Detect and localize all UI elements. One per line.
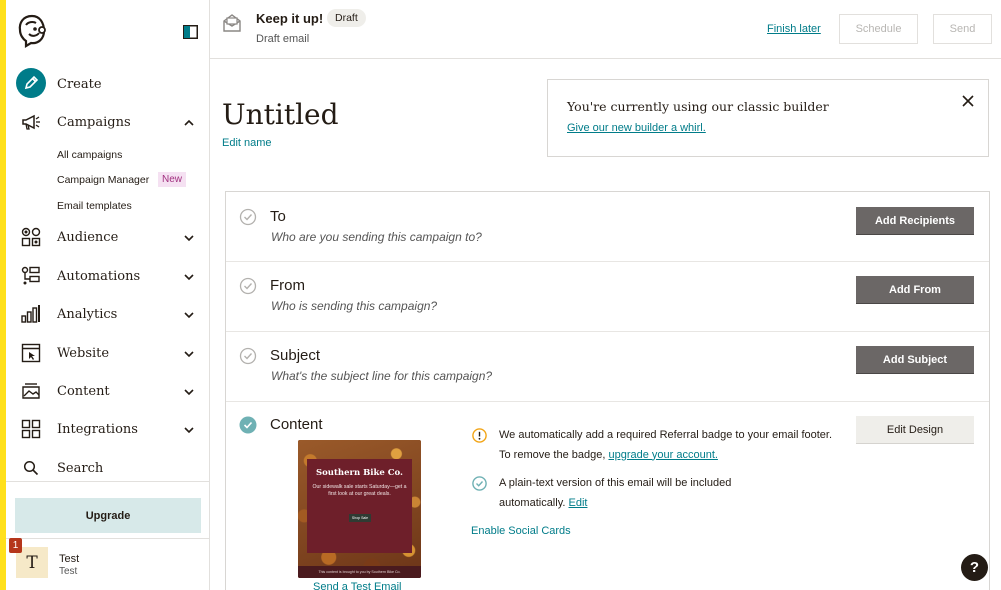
plain-text-notice: A plain-text version of this email will … xyxy=(499,474,799,513)
checklist-title: To xyxy=(270,208,286,225)
checklist-title: Subject xyxy=(270,347,321,364)
check-circle-icon xyxy=(239,347,257,365)
add-from-button[interactable]: Add From xyxy=(856,276,974,304)
campaign-checklist: To Who are you sending this campaign to?… xyxy=(225,191,990,590)
sidebar-subitem-email-templates[interactable]: Email templates xyxy=(57,200,132,212)
checklist-row-subject: Subject What's the subject line for this… xyxy=(226,332,989,402)
page-status-title: Keep it up! xyxy=(256,11,324,26)
sidebar-item-label: Create xyxy=(57,76,102,92)
integrations-icon xyxy=(21,419,41,439)
sidebar-item-label: Search xyxy=(57,460,104,476)
sidebar-item-analytics[interactable]: Analytics xyxy=(6,300,210,328)
upgrade-button[interactable]: Upgrade xyxy=(15,498,201,533)
chevron-down-icon xyxy=(183,423,195,435)
sidebar-item-label: Automations xyxy=(57,268,141,284)
sidebar-item-create[interactable]: Create xyxy=(6,70,210,98)
sidebar-subitem-all-campaigns[interactable]: All campaigns xyxy=(57,149,122,161)
checklist-description: What's the subject line for this campaig… xyxy=(271,369,493,383)
enable-social-cards-link[interactable]: Enable Social Cards xyxy=(471,525,571,537)
check-circle-icon xyxy=(472,476,487,491)
classic-builder-notice: You're currently using our classic build… xyxy=(547,79,989,157)
edit-design-button[interactable]: Edit Design xyxy=(856,416,974,444)
thumbnail-shop-button: Shop Sale xyxy=(349,514,371,522)
thumbnail-title: Southern Bike Co. xyxy=(315,468,404,478)
edit-plain-text-link[interactable]: Edit xyxy=(569,497,588,509)
upgrade-account-link[interactable]: upgrade your account. xyxy=(608,449,717,461)
chevron-down-icon xyxy=(183,385,195,397)
sidebar-item-label: Campaigns xyxy=(57,114,131,130)
sidebar-item-website[interactable]: Website xyxy=(6,339,210,367)
send-button[interactable]: Send xyxy=(933,14,992,44)
add-recipients-button[interactable]: Add Recipients xyxy=(856,207,974,235)
content-icon xyxy=(21,381,41,401)
chevron-down-icon xyxy=(183,308,195,320)
email-draft-icon xyxy=(222,13,242,33)
thumbnail-footer: This content is brought to you by Southe… xyxy=(298,566,421,578)
checklist-row-content: Content Edit Design Southern Bike Co. Ou… xyxy=(226,402,989,590)
finish-later-link[interactable]: Finish later xyxy=(767,23,821,35)
account-name[interactable]: Test xyxy=(59,553,79,565)
checklist-row-to: To Who are you sending this campaign to?… xyxy=(226,192,989,262)
sidebar-divider xyxy=(6,481,210,482)
plain-text-text: A plain-text version of this email will … xyxy=(499,477,732,509)
referral-badge-notice: We automatically add a required Referral… xyxy=(499,426,839,465)
top-bar: Keep it up! Draft Draft email Finish lat… xyxy=(210,0,1001,59)
chevron-down-icon xyxy=(183,347,195,359)
account-org: Test xyxy=(59,566,78,577)
sidebar-item-content[interactable]: Content xyxy=(6,377,210,405)
chevron-down-icon xyxy=(183,231,195,243)
notification-badge[interactable]: 1 xyxy=(9,538,22,553)
automations-icon xyxy=(21,266,41,286)
edit-name-link[interactable]: Edit name xyxy=(222,137,272,149)
sidebar-item-search[interactable]: Search xyxy=(6,454,210,482)
sidebar-collapse-icon[interactable] xyxy=(183,25,198,39)
page-title: Untitled xyxy=(222,98,339,131)
sidebar: Create Campaigns All campaigns Campaign … xyxy=(6,0,210,590)
new-builder-link[interactable]: Give our new builder a whirl. xyxy=(567,122,706,134)
checklist-description: Who is sending this campaign? xyxy=(271,299,438,313)
check-circle-icon xyxy=(239,208,257,226)
sidebar-divider xyxy=(6,538,210,539)
email-preview-thumbnail[interactable]: Southern Bike Co. Our sidewalk sale star… xyxy=(298,440,421,578)
analytics-icon xyxy=(21,304,41,324)
thumbnail-panel: Southern Bike Co. Our sidewalk sale star… xyxy=(307,459,412,553)
checklist-title: From xyxy=(270,277,305,294)
check-circle-filled-icon xyxy=(239,416,257,434)
page-status-subtitle: Draft email xyxy=(256,33,310,45)
new-badge: New xyxy=(158,172,187,187)
schedule-button[interactable]: Schedule xyxy=(839,14,918,44)
checklist-description: Who are you sending this campaign to? xyxy=(271,230,482,244)
sidebar-item-label: Analytics xyxy=(57,306,118,322)
mailchimp-logo-icon[interactable] xyxy=(16,14,48,48)
chevron-down-icon xyxy=(183,270,195,282)
chevron-up-icon xyxy=(183,116,195,128)
sidebar-item-label: Content xyxy=(57,383,110,399)
checklist-title: Content xyxy=(270,416,323,433)
status-badge: Draft xyxy=(327,9,366,27)
warning-icon xyxy=(472,428,487,443)
sidebar-item-label: Website xyxy=(57,345,110,361)
sidebar-item-automations[interactable]: Automations xyxy=(6,262,210,290)
check-circle-icon xyxy=(239,277,257,295)
checklist-row-from: From Who is sending this campaign? Add F… xyxy=(226,262,989,332)
add-subject-button[interactable]: Add Subject xyxy=(856,346,974,374)
sidebar-subitem-campaign-manager[interactable]: Campaign Manager xyxy=(57,174,149,186)
help-button[interactable]: ? xyxy=(961,554,988,581)
audience-icon xyxy=(21,227,41,247)
sidebar-item-label: Audience xyxy=(57,229,119,245)
close-icon[interactable] xyxy=(961,94,975,108)
website-icon xyxy=(21,343,41,363)
megaphone-icon xyxy=(21,112,41,132)
sidebar-item-campaigns[interactable]: Campaigns xyxy=(6,108,210,136)
sidebar-item-label: Integrations xyxy=(57,421,138,437)
sidebar-item-audience[interactable]: Audience xyxy=(6,223,210,251)
classic-builder-text: You're currently using our classic build… xyxy=(567,99,829,114)
thumbnail-text: Our sidewalk sale starts Saturday—get a … xyxy=(312,484,407,497)
send-test-email-link[interactable]: Send a Test Email xyxy=(313,581,401,590)
search-icon xyxy=(21,458,41,478)
sidebar-item-integrations[interactable]: Integrations xyxy=(6,415,210,443)
